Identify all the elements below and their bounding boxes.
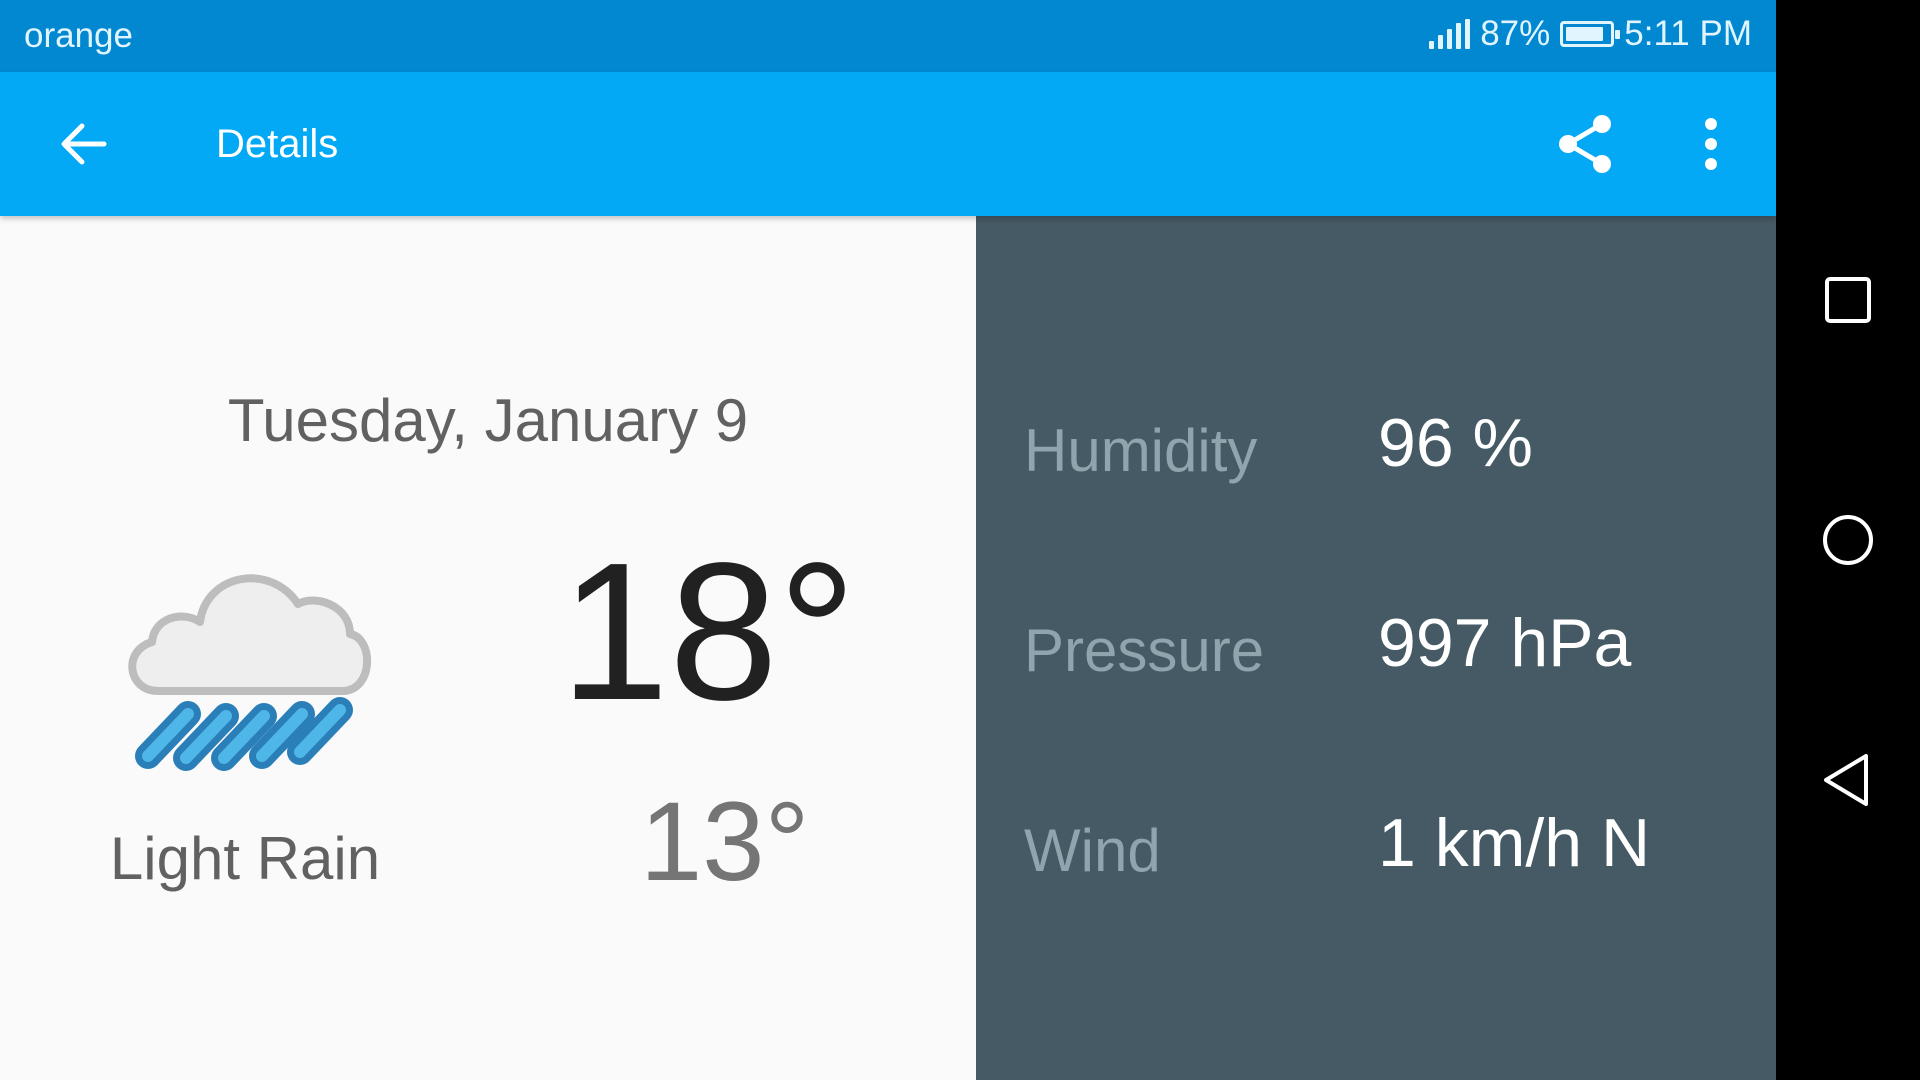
humidity-label: Humidity <box>1024 417 1258 484</box>
more-options-button[interactable] <box>1676 108 1746 180</box>
status-indicators: 87% 5:11 PM <box>1429 14 1752 54</box>
light-rain-icon <box>128 574 372 771</box>
pressure-value: 997 hPa <box>1378 605 1632 681</box>
battery-icon <box>1560 21 1621 47</box>
share-button[interactable] <box>1550 108 1622 180</box>
back-arrow-icon <box>61 123 107 165</box>
battery-percent: 87% <box>1480 14 1551 53</box>
wind-value: 1 km/h N <box>1378 805 1651 881</box>
pressure-label: Pressure <box>1024 617 1265 684</box>
forecast-date: Tuesday, January 9 <box>227 387 749 454</box>
signal-icon <box>1429 19 1471 49</box>
system-navigation-bar <box>1776 0 1920 1080</box>
wind-label: Wind <box>1024 817 1161 884</box>
page-title: Details <box>216 122 339 166</box>
home-circle-icon <box>1823 515 1873 565</box>
weather-condition: Light Rain <box>109 825 381 892</box>
more-vert-icon <box>1705 118 1717 170</box>
details-panel: Humidity 96 % Pressure 997 hPa Wind 1 km… <box>976 216 1776 1080</box>
clock: 5:11 PM <box>1624 14 1752 53</box>
recents-square-icon <box>1825 277 1871 323</box>
back-triangle-icon <box>1824 754 1868 806</box>
high-temperature: 18° <box>560 522 857 741</box>
back-button[interactable] <box>44 108 124 180</box>
recents-button[interactable] <box>1806 258 1890 342</box>
home-button[interactable] <box>1806 498 1890 582</box>
battery-level-fill <box>1566 27 1604 41</box>
carrier-label: orange <box>24 16 133 55</box>
nav-back-button[interactable] <box>1806 738 1890 822</box>
status-bar: orange 87% 5:11 PM <box>0 0 1776 72</box>
app-bar: Details <box>0 72 1776 216</box>
humidity-value: 96 % <box>1378 405 1533 481</box>
forecast-panel: Tuesday, January 9 Light Rain 18° 13° <box>0 216 976 1080</box>
share-icon <box>1559 115 1611 173</box>
low-temperature: 13° <box>640 779 810 904</box>
